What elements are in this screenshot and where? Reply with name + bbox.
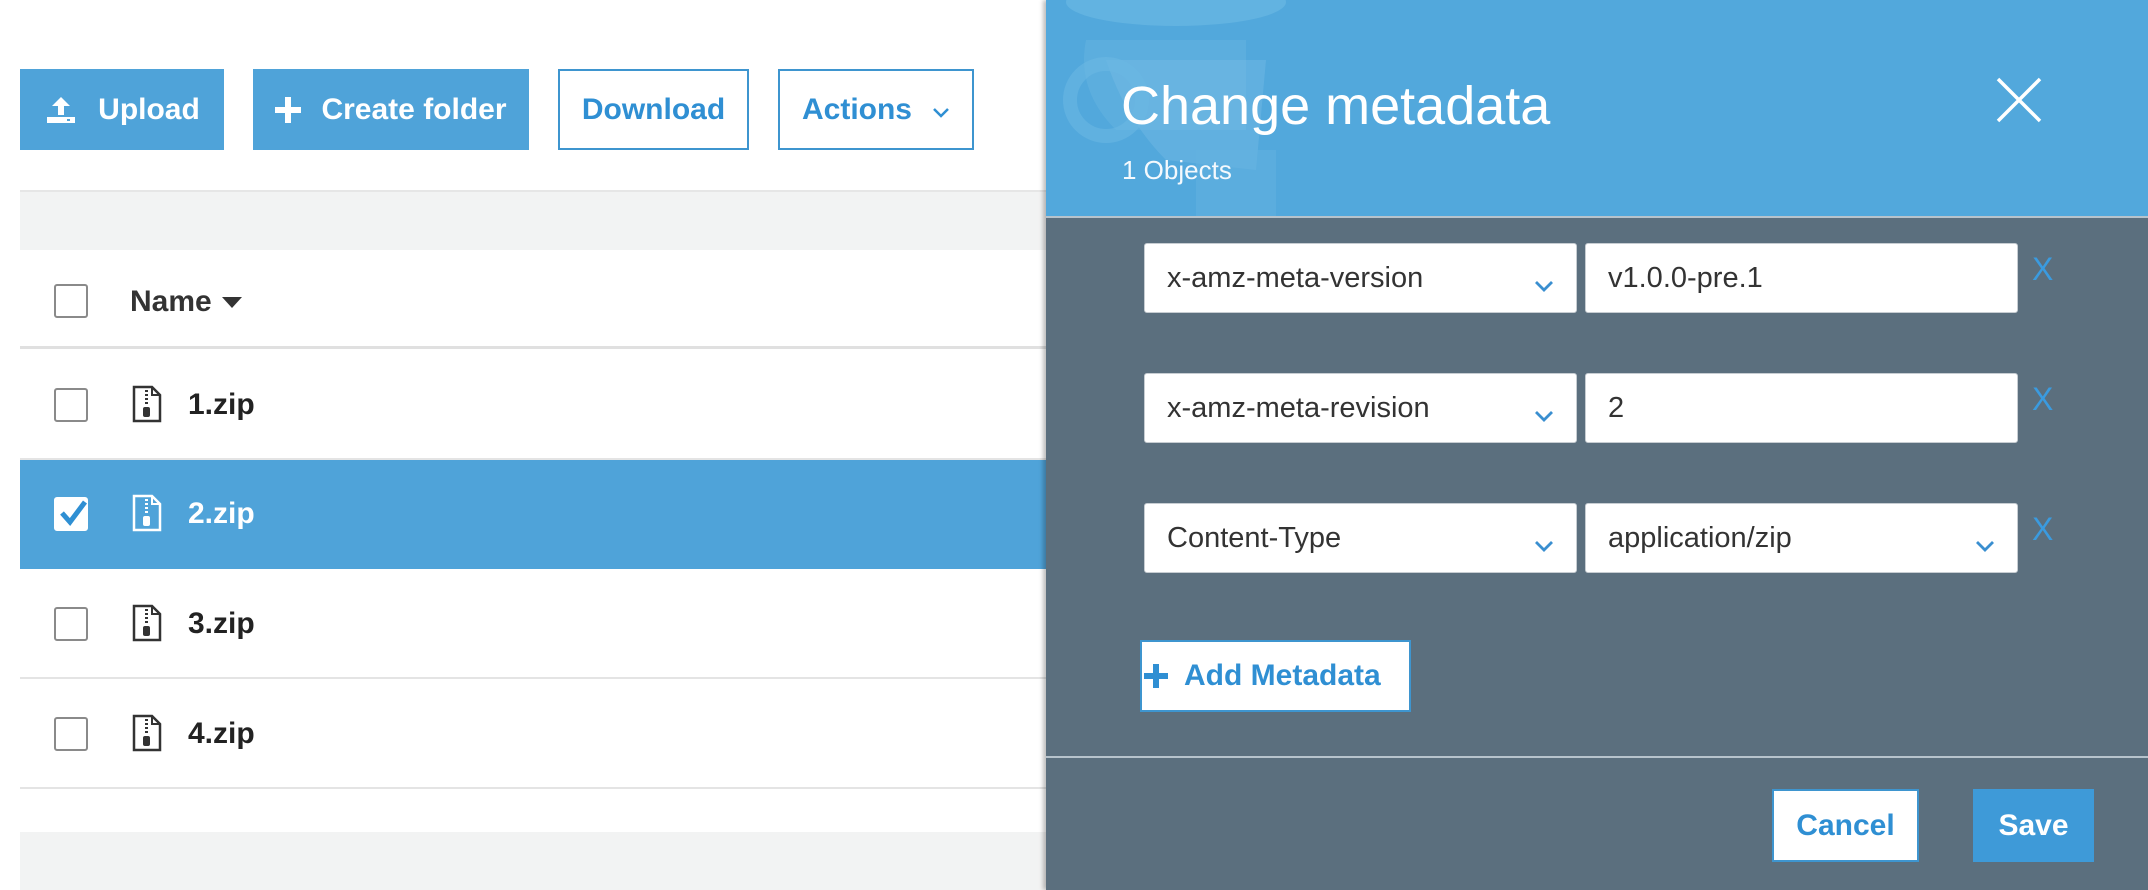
metadata-value-input[interactable]: v1.0.0-pre.1 [1585, 243, 2018, 313]
row-checkbox[interactable] [54, 497, 88, 531]
row-checkbox[interactable] [54, 388, 88, 422]
remove-metadata-button[interactable]: X [2032, 381, 2053, 418]
metadata-value-select[interactable]: application/zip [1585, 503, 2018, 573]
table-row[interactable]: 4.zip [20, 680, 1050, 789]
metadata-key-value: x-amz-meta-revision [1167, 391, 1430, 424]
name-column-label: Name [130, 285, 212, 318]
metadata-value-text: v1.0.0-pre.1 [1608, 261, 1763, 294]
table-row[interactable]: 1.zip [20, 351, 1050, 460]
plus-icon [275, 96, 302, 123]
add-metadata-label: Add Metadata [1184, 659, 1381, 692]
remove-metadata-button[interactable]: X [2032, 511, 2053, 548]
add-metadata-button[interactable]: Add Metadata [1140, 640, 1411, 712]
download-label: Download [581, 92, 726, 126]
upload-label: Upload [98, 92, 200, 126]
file-name[interactable]: 4.zip [188, 717, 255, 751]
metadata-key-value: x-amz-meta-version [1167, 261, 1424, 294]
metadata-value-input[interactable]: 2 [1585, 373, 2018, 443]
checkmark-icon [60, 500, 87, 526]
chevron-down-icon [1534, 528, 1554, 561]
name-column-header[interactable]: Name [130, 285, 242, 319]
toolbar: Upload Create folder Download Actions [20, 69, 974, 150]
panel-header: Change metadata 1 Objects [1046, 0, 2148, 216]
cancel-label: Cancel [1796, 808, 1895, 842]
file-name[interactable]: 3.zip [188, 607, 255, 641]
row-checkbox[interactable] [54, 717, 88, 751]
chevron-down-icon [932, 93, 950, 127]
save-label: Save [1998, 808, 2069, 842]
metadata-key-value: Content-Type [1167, 521, 1342, 554]
chevron-down-icon [1534, 268, 1554, 301]
panel-title: Change metadata [1121, 76, 1551, 136]
chevron-down-icon [1975, 528, 1995, 561]
create-folder-label: Create folder [321, 92, 507, 126]
table-row[interactable]: 3.zip [20, 570, 1050, 679]
sort-down-icon [221, 296, 242, 308]
metadata-key-select[interactable]: x-amz-meta-revision [1144, 373, 1577, 443]
table-toolbar-strip [20, 192, 1050, 250]
metadata-row: x-amz-meta-revision 2 X [1144, 373, 2053, 443]
table-row[interactable]: 2.zip [20, 460, 1050, 569]
file-name[interactable]: 1.zip [188, 388, 255, 422]
upload-icon [44, 95, 78, 125]
create-folder-button[interactable]: Create folder [253, 69, 529, 150]
table-footer-strip [20, 832, 1050, 890]
close-icon[interactable] [1995, 76, 2043, 124]
table-header: Name [20, 259, 1050, 349]
metadata-key-select[interactable]: Content-Type [1144, 503, 1577, 573]
metadata-row: x-amz-meta-version v1.0.0-pre.1 X [1144, 243, 2053, 313]
chevron-down-icon [1534, 398, 1554, 431]
cancel-button[interactable]: Cancel [1772, 789, 1919, 862]
zip-file-icon [132, 494, 162, 537]
footer-divider [1046, 756, 2148, 758]
download-button[interactable]: Download [558, 69, 749, 150]
upload-button[interactable]: Upload [20, 69, 224, 150]
select-all-checkbox[interactable] [54, 284, 88, 318]
header-divider [1046, 216, 2148, 218]
metadata-value-text: application/zip [1608, 521, 1792, 554]
zip-file-icon [132, 604, 162, 647]
object-count: 1 Objects [1122, 155, 1232, 185]
save-button[interactable]: Save [1973, 789, 2094, 862]
zip-file-icon [132, 385, 162, 428]
metadata-value-text: 2 [1608, 391, 1625, 424]
plus-icon [1144, 664, 1168, 688]
actions-button[interactable]: Actions [778, 69, 974, 150]
file-name[interactable]: 2.zip [188, 497, 255, 531]
metadata-row: Content-Type application/zip X [1144, 503, 2053, 573]
change-metadata-panel: Change metadata 1 Objects [1046, 0, 2148, 890]
row-checkbox[interactable] [54, 607, 88, 641]
zip-file-icon [132, 714, 162, 757]
remove-metadata-button[interactable]: X [2032, 251, 2053, 288]
metadata-key-select[interactable]: x-amz-meta-version [1144, 243, 1577, 313]
actions-label: Actions [801, 92, 912, 126]
